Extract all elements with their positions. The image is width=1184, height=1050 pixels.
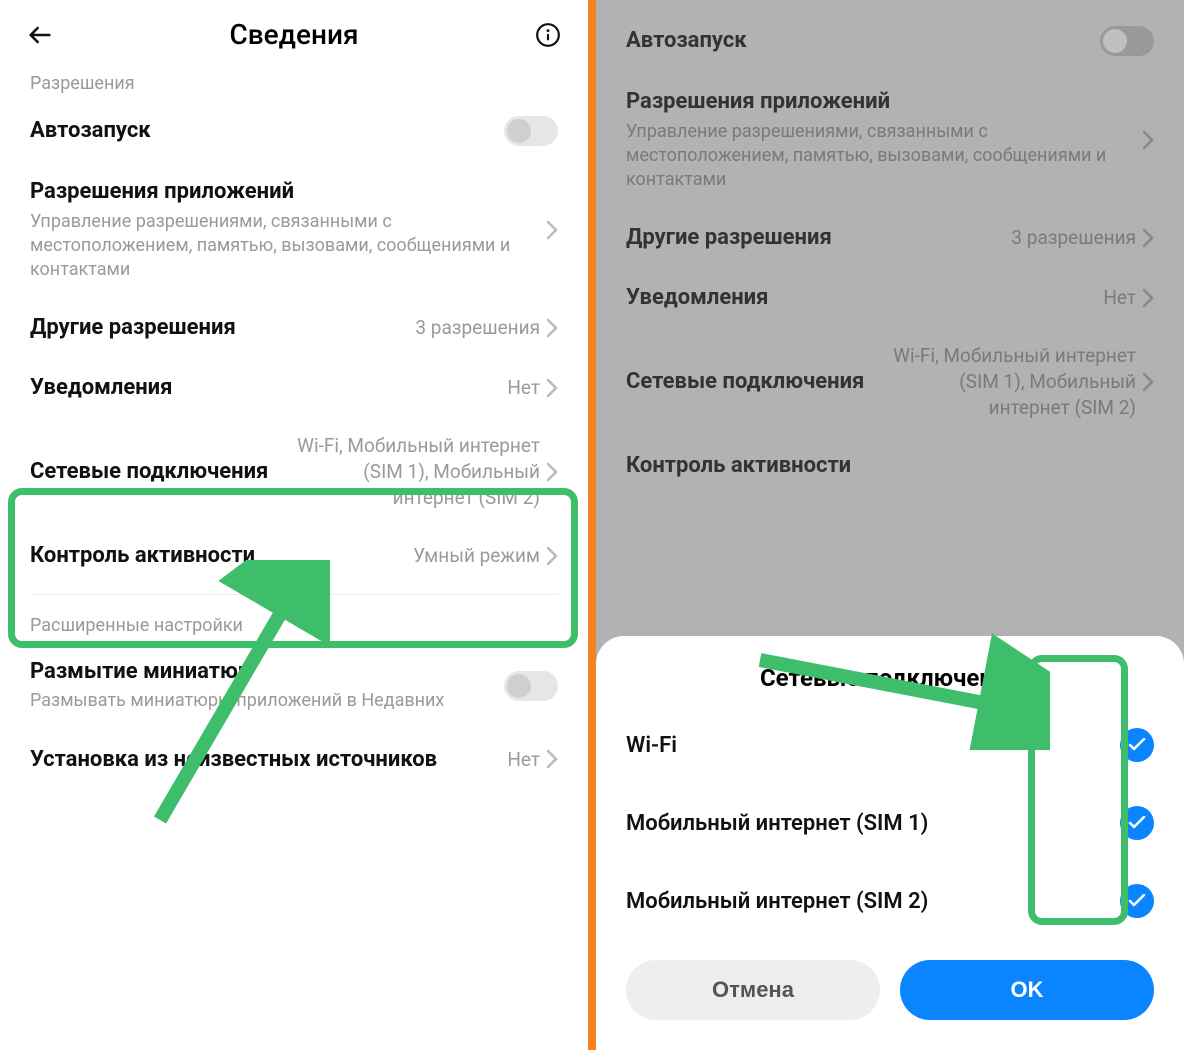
row-notifications-bg: Уведомления Нет	[626, 268, 1154, 328]
option-label: Мобильный интернет (SIM 1)	[626, 811, 928, 836]
row-subtitle: Размывать миниатюры приложений в Недавни…	[30, 689, 504, 713]
row-value: Умный режим	[413, 543, 540, 569]
row-title: Контроль активности	[30, 542, 413, 570]
row-title: Размытие миниатюр	[30, 658, 504, 686]
info-button[interactable]	[532, 19, 564, 51]
chevron-right-icon	[546, 462, 558, 482]
row-value: 3 разрешения	[1011, 225, 1136, 251]
row-network-connections-bg: Сетевые подключения Wi-Fi, Мобильный инт…	[626, 327, 1154, 436]
settings-screen-right: Автозапуск Разрешения приложений Управле…	[596, 0, 1184, 1050]
row-unknown-sources[interactable]: Установка из неизвестных источников Нет	[0, 730, 588, 790]
row-other-permissions[interactable]: Другие разрешения 3 разрешения	[0, 298, 588, 358]
dimmed-background: Автозапуск Разрешения приложений Управле…	[596, 0, 1184, 496]
chevron-right-icon	[546, 378, 558, 398]
checkbox-wifi[interactable]	[1120, 728, 1154, 762]
row-value: Нет	[507, 747, 540, 773]
row-title: Разрешения приложений	[30, 178, 546, 206]
row-title: Автозапуск	[30, 117, 504, 145]
check-icon	[1128, 816, 1146, 830]
row-autostart-bg: Автозапуск	[626, 10, 1154, 72]
row-title: Установка из неизвестных источников	[30, 746, 507, 774]
option-sim1[interactable]: Мобильный интернет (SIM 1)	[626, 784, 1154, 862]
ok-button[interactable]: OK	[900, 960, 1154, 1020]
cancel-button[interactable]: Отмена	[626, 960, 880, 1020]
row-value: Wi-Fi, Мобильный интернет (SIM 1), Мобил…	[886, 343, 1136, 420]
sheet-buttons: Отмена OK	[626, 960, 1154, 1020]
chevron-right-icon	[1142, 288, 1154, 308]
panel-separator	[588, 0, 596, 1050]
row-title: Другие разрешения	[626, 224, 1011, 252]
settings-screen-left: Сведения Разрешения Автозапуск Разрешени…	[0, 0, 588, 1050]
row-title: Сетевые подключения	[626, 368, 886, 396]
back-button[interactable]	[24, 19, 56, 51]
row-activity-control[interactable]: Контроль активности Умный режим	[0, 526, 588, 586]
chevron-right-icon	[546, 220, 558, 240]
info-icon	[535, 22, 561, 48]
row-subtitle: Управление разрешениями, связанными с ме…	[626, 120, 1142, 193]
header: Сведения	[0, 0, 588, 61]
row-title: Другие разрешения	[30, 314, 415, 342]
option-label: Wi-Fi	[626, 733, 677, 758]
page-title: Сведения	[56, 18, 532, 51]
chevron-right-icon	[546, 749, 558, 769]
option-label: Мобильный интернет (SIM 2)	[626, 889, 928, 914]
row-app-permissions[interactable]: Разрешения приложений Управление разреше…	[0, 162, 588, 298]
divider	[30, 594, 558, 595]
row-title: Автозапуск	[626, 27, 1100, 55]
chevron-right-icon	[1142, 372, 1154, 392]
checkbox-sim2[interactable]	[1120, 884, 1154, 918]
check-icon	[1128, 738, 1146, 752]
section-label-permissions: Разрешения	[0, 61, 588, 100]
row-blur-thumbnails[interactable]: Размытие миниатюр Размывать миниатюры пр…	[0, 642, 588, 730]
row-value: 3 разрешения	[415, 315, 540, 341]
option-wifi[interactable]: Wi-Fi	[626, 706, 1154, 784]
row-app-permissions-bg: Разрешения приложений Управление разреше…	[626, 72, 1154, 208]
row-activity-control-bg: Контроль активности	[626, 436, 1154, 496]
check-icon	[1128, 894, 1146, 908]
sheet-title: Сетевые подключения	[626, 664, 1154, 692]
row-value: Нет	[507, 375, 540, 401]
row-title: Контроль активности	[626, 452, 1154, 480]
row-value: Wi-Fi, Мобильный интернет (SIM 1), Мобил…	[280, 433, 540, 510]
row-subtitle: Управление разрешениями, связанными с ме…	[30, 210, 546, 283]
section-label-advanced: Расширенные настройки	[0, 603, 588, 642]
blur-toggle[interactable]	[504, 671, 558, 701]
chevron-right-icon	[1142, 228, 1154, 248]
row-title: Уведомления	[626, 284, 1103, 312]
network-sheet: Сетевые подключения Wi-Fi Мобильный инте…	[596, 636, 1184, 1050]
chevron-right-icon	[546, 546, 558, 566]
chevron-right-icon	[546, 318, 558, 338]
row-autostart[interactable]: Автозапуск	[0, 100, 588, 162]
autostart-toggle-bg	[1100, 26, 1154, 56]
row-value: Нет	[1103, 285, 1136, 311]
chevron-right-icon	[1142, 130, 1154, 150]
checkbox-sim1[interactable]	[1120, 806, 1154, 840]
option-sim2[interactable]: Мобильный интернет (SIM 2)	[626, 862, 1154, 940]
arrow-left-icon	[26, 21, 54, 49]
row-title: Сетевые подключения	[30, 458, 280, 486]
row-notifications[interactable]: Уведомления Нет	[0, 358, 588, 418]
row-other-permissions-bg: Другие разрешения 3 разрешения	[626, 208, 1154, 268]
row-title: Разрешения приложений	[626, 88, 1142, 116]
row-network-connections[interactable]: Сетевые подключения Wi-Fi, Мобильный инт…	[0, 417, 588, 526]
row-title: Уведомления	[30, 374, 507, 402]
autostart-toggle[interactable]	[504, 116, 558, 146]
